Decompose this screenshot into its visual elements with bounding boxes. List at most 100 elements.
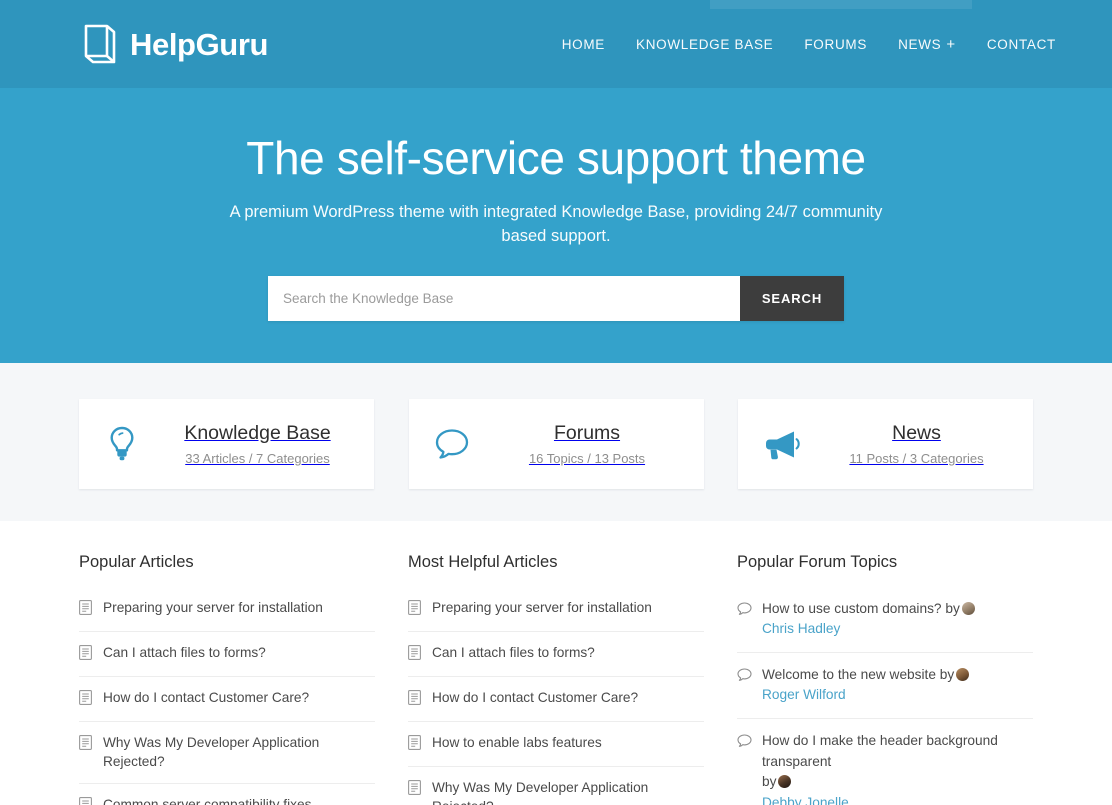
by-label: by	[945, 600, 960, 616]
main-navigation: HOME KNOWLEDGE BASE FORUMS NEWS + CONTAC…	[562, 37, 1056, 52]
article-link[interactable]: How do I contact Customer Care?	[432, 688, 638, 707]
document-icon	[408, 644, 422, 665]
cards-row: Knowledge Base 33 Articles / 7 Categorie…	[79, 399, 1033, 489]
card-knowledge-base[interactable]: Knowledge Base 33 Articles / 7 Categorie…	[79, 399, 374, 489]
nav-item-contact[interactable]: CONTACT	[987, 37, 1056, 52]
list-item[interactable]: How do I contact Customer Care?	[408, 677, 704, 722]
card-title: Forums	[553, 421, 621, 444]
list-item[interactable]: How to use custom domains? by Chris Hadl…	[737, 587, 1033, 653]
list-item[interactable]: Can I attach files to forms?	[408, 632, 704, 677]
topic-author-link[interactable]: Chris Hadley	[762, 619, 975, 640]
list-item[interactable]: Welcome to the new website by Roger Wilf…	[737, 653, 1033, 719]
column-popular-forum-topics: Popular Forum Topics How to use custom d…	[737, 553, 1033, 805]
plus-icon: +	[946, 35, 956, 53]
card-meta: 33 Articles / 7 Categories	[185, 451, 330, 467]
card-body: News 11 Posts / 3 Categories	[816, 422, 1017, 466]
column-title: Popular Articles	[79, 553, 194, 571]
list-item[interactable]: How do I make the header background tran…	[737, 719, 1033, 805]
article-link[interactable]: How to enable labs features	[432, 733, 602, 752]
topic-body: Welcome to the new website by Roger Wilf…	[762, 665, 970, 706]
column-most-helpful-articles: Most Helpful Articles Preparing your ser…	[408, 553, 704, 805]
document-icon	[79, 644, 93, 665]
book-icon	[83, 23, 117, 65]
document-icon	[408, 599, 422, 620]
topic-body: How do I make the header background tran…	[762, 731, 1033, 805]
brand-name: HelpGuru	[130, 26, 269, 62]
stats-cards-section: Knowledge Base 33 Articles / 7 Categorie…	[0, 363, 1112, 521]
article-link[interactable]: Can I attach files to forms?	[103, 643, 266, 662]
topic-title[interactable]: Welcome to the new website	[762, 667, 936, 682]
document-icon	[79, 599, 93, 620]
list-item[interactable]: Why Was My Developer Application Rejecte…	[408, 767, 704, 805]
card-body: Knowledge Base 33 Articles / 7 Categorie…	[157, 422, 358, 466]
nav-item-forums[interactable]: FORUMS	[804, 37, 867, 52]
list-item[interactable]: How do I contact Customer Care?	[79, 677, 375, 722]
nav-label: FORUMS	[804, 36, 868, 52]
column-title: Most Helpful Articles	[408, 553, 558, 571]
avatar	[961, 601, 975, 615]
article-link[interactable]: Why Was My Developer Application Rejecte…	[103, 733, 375, 772]
card-forums[interactable]: Forums 16 Topics / 13 Posts	[408, 399, 704, 489]
card-title: News	[892, 421, 941, 444]
topic-author-link[interactable]: Roger Wilford	[762, 685, 969, 706]
site-header: HelpGuru HOME KNOWLEDGE BASE FORUMS NEWS…	[0, 0, 1112, 88]
list-item[interactable]: Preparing your server for installation	[79, 587, 375, 632]
knowledge-base-search-form: SEARCH	[268, 275, 844, 321]
document-icon	[79, 796, 93, 805]
header-highlight-band	[710, 0, 972, 9]
card-body: Forums 16 Topics / 13 Posts	[487, 422, 688, 466]
nav-item-home[interactable]: HOME	[562, 37, 605, 52]
nav-item-news[interactable]: NEWS +	[898, 37, 956, 52]
card-title: Knowledge Base	[184, 421, 331, 444]
article-link[interactable]: Preparing your server for installation	[432, 598, 652, 617]
speech-bubble-icon	[737, 668, 752, 687]
topic-author-link[interactable]: Debby Jonelle	[762, 793, 1033, 805]
by-row: by	[762, 772, 1033, 793]
card-news[interactable]: News 11 Posts / 3 Categories	[738, 399, 1033, 489]
nav-label: NEWS	[898, 36, 942, 52]
hero-section: The self-service support theme A premium…	[0, 88, 1112, 363]
speech-bubble-icon	[737, 602, 752, 621]
article-link[interactable]: Preparing your server for installation	[103, 598, 323, 617]
nav-label: HOME	[561, 36, 606, 52]
nav-item-knowledge-base[interactable]: KNOWLEDGE BASE	[636, 37, 773, 52]
popular-forum-topics-list: How to use custom domains? by Chris Hadl…	[737, 587, 1033, 805]
content-columns: Popular Articles Preparing your server f…	[79, 521, 1033, 805]
document-icon	[408, 689, 422, 710]
avatar	[956, 667, 970, 681]
column-title: Popular Forum Topics	[737, 553, 898, 571]
article-link[interactable]: Can I attach files to forms?	[432, 643, 595, 662]
by-label: by	[939, 666, 955, 682]
search-input[interactable]	[268, 275, 740, 321]
list-item[interactable]: Can I attach files to forms?	[79, 632, 375, 677]
search-button[interactable]: SEARCH	[740, 275, 844, 321]
list-item[interactable]: Preparing your server for installation	[408, 587, 704, 632]
list-item[interactable]: Why Was My Developer Application Rejecte…	[79, 722, 375, 784]
list-item[interactable]: Common server compatibility fixes	[79, 784, 375, 805]
document-icon	[408, 779, 422, 800]
topic-title[interactable]: How do I make the header background tran…	[762, 733, 998, 769]
most-helpful-articles-list: Preparing your server for installation C…	[408, 587, 704, 805]
megaphone-icon	[760, 428, 802, 460]
topic-body: How to use custom domains? by Chris Hadl…	[762, 599, 975, 640]
card-meta: 11 Posts / 3 Categories	[849, 451, 984, 467]
hero-subtitle: A premium WordPress theme with integrate…	[229, 202, 883, 245]
list-item[interactable]: How to enable labs features	[408, 722, 704, 767]
column-popular-articles: Popular Articles Preparing your server f…	[79, 553, 375, 805]
topic-title[interactable]: How to use custom domains?	[762, 601, 942, 616]
lightbulb-icon	[101, 425, 143, 463]
document-icon	[79, 734, 93, 755]
article-link[interactable]: How do I contact Customer Care?	[103, 688, 309, 707]
avatar	[778, 775, 792, 789]
article-link[interactable]: Common server compatibility fixes	[103, 795, 311, 805]
document-icon	[408, 734, 422, 755]
popular-articles-list: Preparing your server for installation C…	[79, 587, 375, 805]
brand-logo[interactable]: HelpGuru	[83, 23, 268, 65]
article-link[interactable]: Why Was My Developer Application Rejecte…	[432, 778, 704, 805]
hero-title: The self-service support theme	[246, 132, 866, 184]
nav-label: CONTACT	[986, 36, 1056, 52]
nav-label: KNOWLEDGE BASE	[636, 36, 774, 52]
by-label: by	[762, 774, 777, 790]
card-meta: 16 Topics / 13 Posts	[528, 451, 646, 467]
speech-bubble-icon	[431, 427, 473, 461]
